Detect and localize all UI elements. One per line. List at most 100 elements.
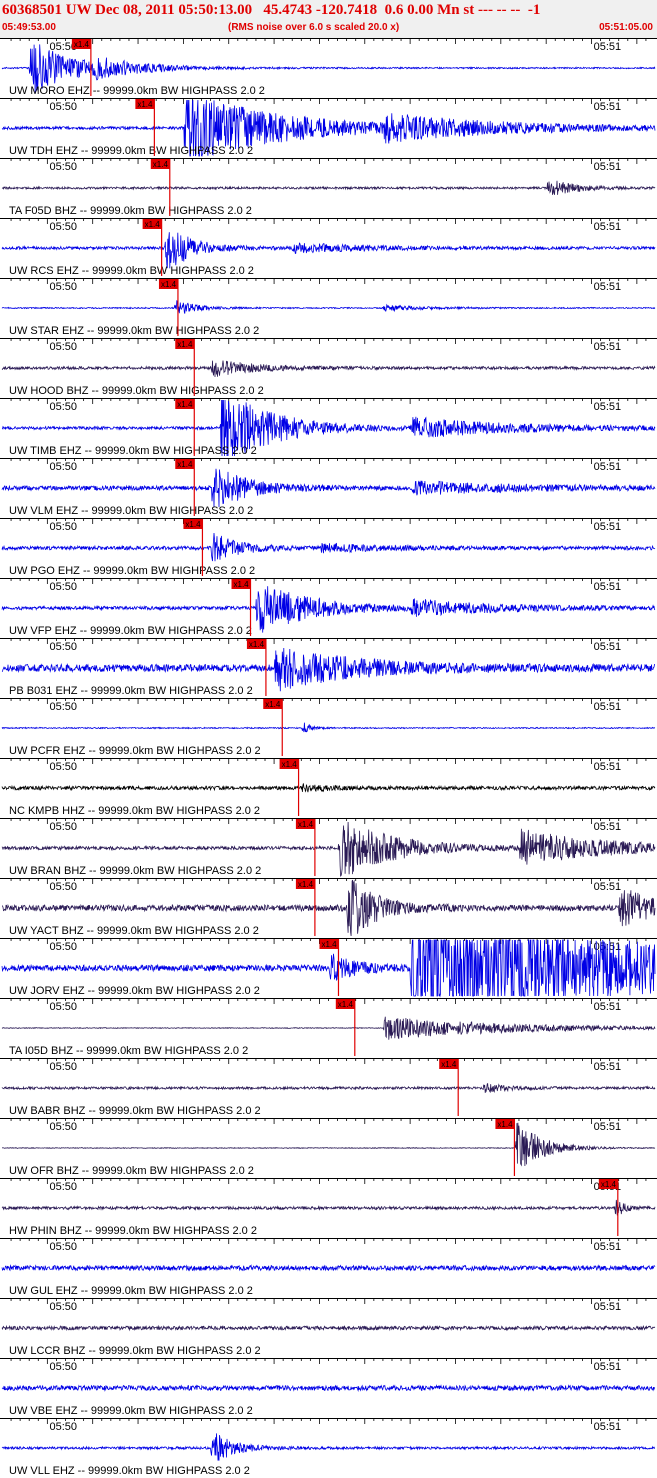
tick-label: 05:50 <box>49 1241 77 1253</box>
tick-label: 05:50 <box>49 1361 77 1373</box>
tick-label: 05:51 <box>594 101 622 113</box>
tick-label: 05:51 <box>594 701 622 713</box>
seismic-trace <box>1 1384 656 1392</box>
tick-label: 05:50 <box>49 701 77 713</box>
seismic-trace <box>2 1122 656 1167</box>
pick-label: x1.4 <box>338 1000 354 1009</box>
tick-label: 05:50 <box>49 941 77 953</box>
seismic-trace <box>1 783 656 793</box>
station-label: UW RCS EHZ -- 99999.0km BW HIGHPASS 2.0 … <box>9 265 254 277</box>
tick-label: 05:50 <box>49 401 77 413</box>
tick-label: 05:51 <box>594 1361 622 1373</box>
seismogram-plot: 05:50 05:51 UW MORO EHZ -- 99999.0km BW HI… <box>0 38 657 1477</box>
station-label: UW MORO EHZ -- 99999.0km BW HIGHPASS 2.0… <box>9 85 265 97</box>
pick-label: x1.4 <box>249 640 265 649</box>
tick-label: 05:50 <box>49 461 77 473</box>
plot-header: 60368501 UW Dec 08, 2011 05:50:13.00 45.… <box>0 0 657 38</box>
station-label: UW GUL EHZ -- 99999.0km BW HIGHPASS 2.0 … <box>9 1285 253 1297</box>
pick-label: x1.4 <box>177 400 193 409</box>
tick-label: 05:50 <box>49 1061 77 1073</box>
station-label: UW STAR EHZ -- 99999.0km BW HIGHPASS 2.0… <box>9 325 259 337</box>
tick-label: 05:51 <box>594 161 622 173</box>
tick-label: 05:50 <box>49 161 77 173</box>
tick-label: 05:50 <box>49 1181 77 1193</box>
end-time: 05:51:05.00 <box>599 22 653 33</box>
tick-label: 05:50 <box>49 761 77 773</box>
station-label: HW PHIN BHZ -- 99999.0km BW HIGHPASS 2.0… <box>9 1225 257 1237</box>
tick-label: 05:50 <box>49 1301 77 1313</box>
tick-label: 05:51 <box>594 41 622 53</box>
tick-label: 05:51 <box>594 1121 622 1133</box>
pick-label: x1.4 <box>177 340 193 349</box>
pick-label: x1.4 <box>145 220 161 229</box>
pick-label: x1.4 <box>601 1180 617 1189</box>
station-label: UW HOOD BHZ -- 99999.0km BW HIGHPASS 2.0… <box>9 385 264 397</box>
tick-label: 05:50 <box>49 581 77 593</box>
station-label: UW YACT BHZ -- 99999.0km BW HIGHPASS 2.0… <box>9 925 259 937</box>
noise-note: (RMS noise over 6.0 s scaled 20.0 x) <box>228 22 400 33</box>
pick-label: x1.4 <box>441 1060 457 1069</box>
tick-label: 05:50 <box>49 1001 77 1013</box>
station-label: UW TDH EHZ -- 99999.0km BW HIGHPASS 2.0 … <box>9 145 253 157</box>
pick-label: x1.4 <box>74 40 90 49</box>
pick-label: x1.4 <box>185 520 201 529</box>
tick-label: 05:50 <box>49 221 77 233</box>
tick-label: 05:51 <box>594 761 622 773</box>
station-label: UW PCFR EHZ -- 99999.0km BW HIGHPASS 2.0… <box>9 745 261 757</box>
tick-label: 05:50 <box>49 821 77 833</box>
tick-label: 05:50 <box>49 521 77 533</box>
seismic-trace <box>1 180 656 195</box>
tick-label: 05:51 <box>594 281 622 293</box>
pick-label: x1.4 <box>234 580 250 589</box>
pick-label: x1.4 <box>497 1120 513 1129</box>
seismic-trace <box>1 1324 656 1332</box>
station-label: UW JORV EHZ -- 99999.0km BW HIGHPASS 2.0… <box>9 985 260 997</box>
seismic-trace <box>1 1199 656 1216</box>
seismic-trace <box>1 468 656 508</box>
tick-label: 05:51 <box>594 461 622 473</box>
station-label: UW VLM EHZ -- 99999.0km BW HIGHPASS 2.0 … <box>9 505 253 517</box>
station-label: UW VFP EHZ -- 99999.0km BW HIGHPASS 2.0 … <box>9 625 252 637</box>
tick-label: 05:51 <box>594 221 622 233</box>
pick-label: x1.4 <box>265 700 281 709</box>
tick-label: 05:51 <box>594 1001 622 1013</box>
tick-label: 05:51 <box>594 581 622 593</box>
seismic-trace <box>1 722 656 733</box>
station-label: UW OFR BHZ -- 99999.0km BW HIGHPASS 2.0 … <box>9 1165 254 1177</box>
tick-label: 05:50 <box>49 281 77 293</box>
tick-label: 05:51 <box>594 641 622 653</box>
seismic-trace <box>1 300 656 314</box>
tick-label: 05:51 <box>594 1241 622 1253</box>
tick-label: 05:51 <box>594 401 622 413</box>
event-title: 60368501 UW Dec 08, 2011 05:50:13.00 45.… <box>2 2 541 18</box>
tick-label: 05:51 <box>594 1421 622 1433</box>
seismic-trace <box>1 1433 656 1461</box>
tick-label: 05:51 <box>594 341 622 353</box>
station-label: TA I05D BHZ -- 99999.0km BW HIGHPASS 2.0… <box>9 1045 248 1057</box>
start-time: 05:49:53.00 <box>2 22 56 33</box>
station-label: UW BABR BHZ -- 99999.0km BW HIGHPASS 2.0… <box>9 1105 261 1117</box>
station-label: UW VBE EHZ -- 99999.0km BW HIGHPASS 2.0 … <box>9 1405 253 1417</box>
station-label: PB B031 EHZ -- 99999.0km BW HIGHPASS 2.0… <box>9 685 253 697</box>
station-label: UW BRAN BHZ -- 99999.0km BW HIGHPASS 2.0… <box>9 865 261 877</box>
tick-label: 05:50 <box>49 881 77 893</box>
station-label: UW TIMB EHZ -- 99999.0km BW HIGHPASS 2.0… <box>9 445 257 457</box>
seismic-trace <box>1 232 656 269</box>
tick-label: 05:50 <box>49 101 77 113</box>
pick-label: x1.4 <box>298 880 314 889</box>
tick-label: 05:50 <box>49 1121 77 1133</box>
seismic-trace <box>1 1082 656 1094</box>
tick-label: 05:51 <box>594 1301 622 1313</box>
tick-label: 05:51 <box>594 1061 622 1073</box>
seismic-trace <box>1 360 656 378</box>
pick-label: x1.4 <box>298 820 314 829</box>
pick-label: x1.4 <box>137 100 153 109</box>
tick-label: 05:50 <box>49 641 77 653</box>
seismic-trace <box>1 532 656 562</box>
tick-label: 05:51 <box>594 881 622 893</box>
pick-label: x1.4 <box>321 940 337 949</box>
station-label: NC KMPB HHZ -- 99999.0km BW HIGHPASS 2.0… <box>9 805 260 817</box>
tick-label: 05:50 <box>49 341 77 353</box>
tick-label: 05:51 <box>594 521 622 533</box>
station-label: UW PGO EHZ -- 99999.0km BW HIGHPASS 2.0 … <box>9 565 255 577</box>
